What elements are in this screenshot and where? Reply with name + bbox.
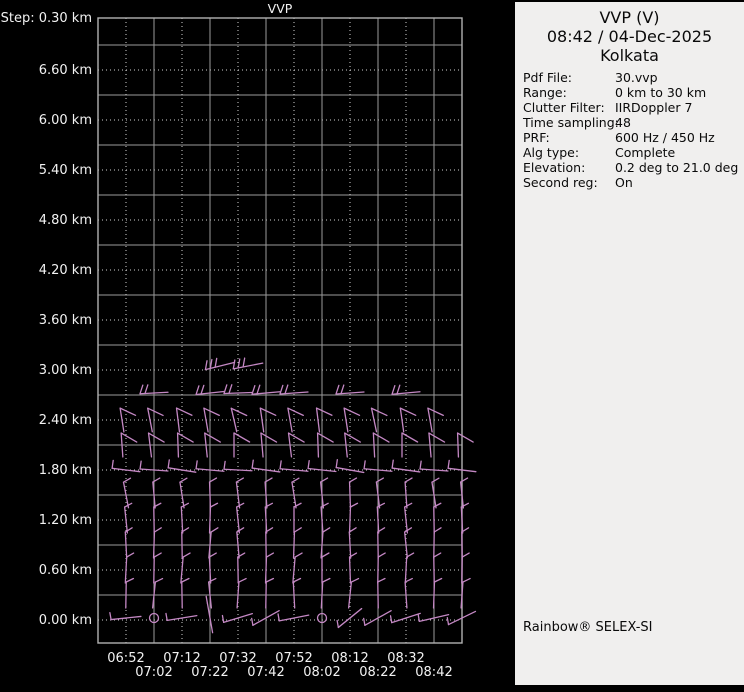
info-panel: VVP (V) 08:42 / 04-Dec-2025 Kolkata Pdf … [515,2,744,685]
wind-profile-plot: VVP Step: 0.30 km 6.60 km 6.00 km 5.40 km 4.8… [0,0,515,688]
y-axis-label: 0.00 km [39,613,92,628]
chart-title: VVP [268,1,293,16]
x-axis-label: 08:02 [303,665,340,680]
parameter-value: 0.2 deg to 21.0 deg [615,160,738,175]
y-axis-label: 6.00 km [39,113,92,128]
wind-barb [154,532,155,558]
brand-footer: Rainbow® SELEX-SI [523,620,653,635]
wind-barb [434,582,435,608]
parameter-row: Pdf File: 30.vvp [515,70,744,85]
x-axis-label: 07:52 [275,651,312,666]
vvp-chart: VVP Step: 0.30 km 6.60 km 6.00 km 5.40 km 4.8… [0,0,515,688]
x-axis-label: 07:02 [135,665,172,680]
y-axis-label: 3.00 km [39,363,92,378]
x-axis-label: 08:42 [415,665,452,680]
parameter-row: Second reg: On [515,175,744,190]
product-title: VVP (V) [515,8,744,27]
x-axis-label: 06:52 [107,651,144,666]
parameter-label: Alg type: [523,145,579,160]
wind-barb [210,482,211,508]
parameter-value: IIRDoppler 7 [615,100,692,115]
y-axis-label: 4.20 km [39,263,92,278]
y-axis-label: 6.60 km [39,63,92,78]
parameter-value: 0 km to 30 km [615,85,706,100]
parameter-row: Clutter Filter: IIRDoppler 7 [515,100,744,115]
wind-barb [210,507,211,533]
x-axis-label: 07:42 [247,665,284,680]
wind-barb [318,433,319,457]
x-axis-label: 07:12 [163,651,200,666]
x-axis-label: 08:22 [359,665,396,680]
wind-barb [294,532,295,558]
parameter-label: Elevation: [523,160,585,175]
wind-barb [350,507,351,533]
x-axis-label: 08:32 [387,651,424,666]
parameter-value: 30.vvp [615,70,658,85]
parameter-value: 600 Hz / 450 Hz [615,130,715,145]
wind-barb [266,557,267,583]
panel-header: VVP (V) 08:42 / 04-Dec-2025 Kolkata [515,2,744,65]
parameter-label: Range: [523,85,567,100]
parameter-label: PRF: [523,130,550,145]
y-axis-label: 0.60 km [39,563,92,578]
wind-barb [350,557,351,583]
wind-barb [350,482,351,508]
y-axis-label: 1.80 km [39,463,92,478]
parameter-value: On [615,175,633,190]
y-axis-label: 4.80 km [39,213,92,228]
parameter-row: PRF: 600 Hz / 450 Hz [515,130,744,145]
parameter-row: Time sampling:48 [515,115,744,130]
y-axis-label: 5.40 km [39,163,92,178]
parameter-row: Range: 0 km to 30 km [515,85,744,100]
scan-parameters-list: Pdf File:30.vvpRange:0 km to 30 kmClutte… [515,70,744,190]
y-axis-label: 1.20 km [39,513,92,528]
parameter-label: Second reg: [523,175,598,190]
wind-barb [178,433,179,457]
y-axis-label: 2.40 km [39,413,92,428]
step-label: Step: 0.30 km [1,11,92,26]
parameter-label: Clutter Filter: [523,100,605,115]
parameter-label: Pdf File: [523,70,572,85]
x-axis-label: 07:22 [191,665,228,680]
x-axis-label: 08:12 [331,651,368,666]
parameter-value: Complete [615,145,675,160]
parameter-row: Elevation: 0.2 deg to 21.0 deg [515,160,744,175]
y-axis-label: 3.60 km [39,313,92,328]
scan-datetime: 08:42 / 04-Dec-2025 [515,27,744,46]
parameter-row: Alg type: Complete [515,145,744,160]
parameter-value: 48 [615,115,631,130]
x-axis-label: 07:32 [219,651,256,666]
wind-barb [458,433,459,457]
site-name: Kolkata [515,46,744,65]
parameter-label: Time sampling: [523,115,619,130]
